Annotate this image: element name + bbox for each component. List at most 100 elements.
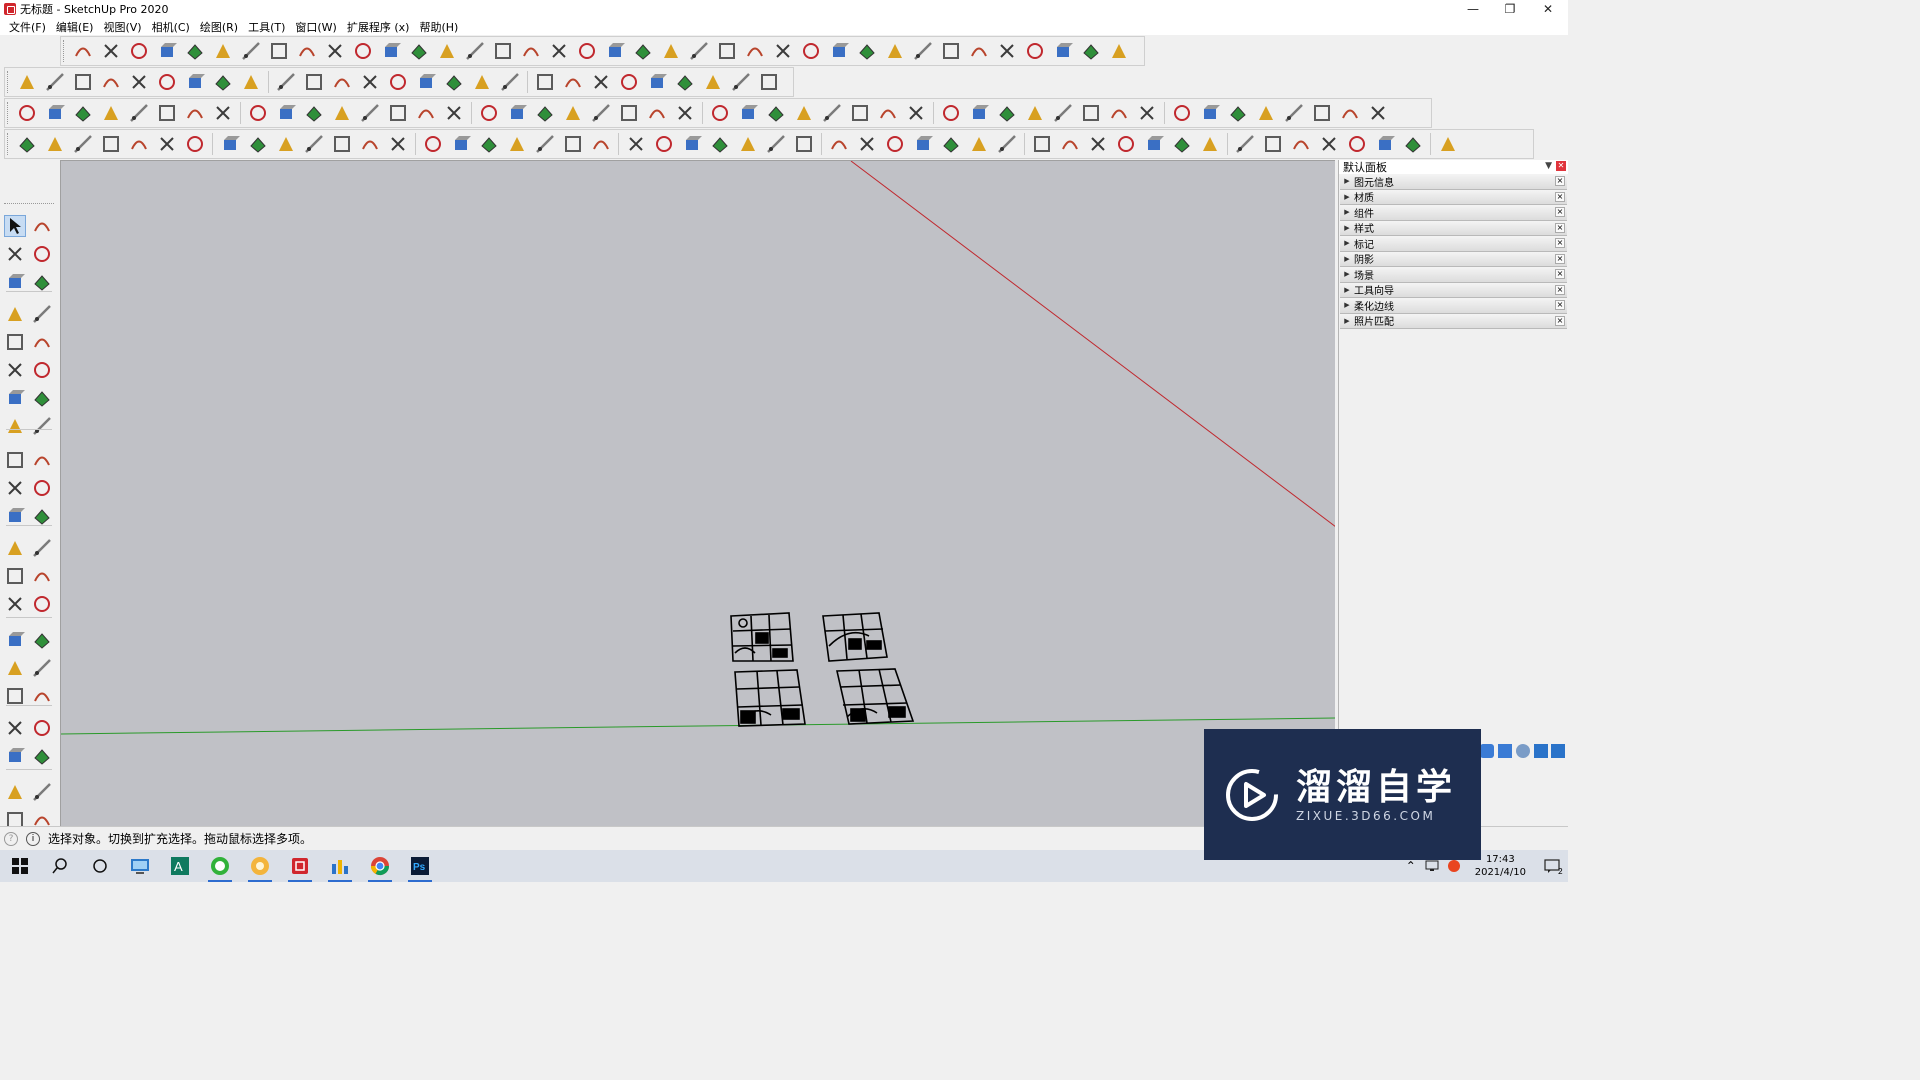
tray-panel-5[interactable]: ▶ 阴影 × <box>1340 251 1567 267</box>
tool-icon[interactable] <box>1052 102 1074 124</box>
tool-icon[interactable] <box>184 40 206 62</box>
tool-icon[interactable] <box>1437 133 1459 155</box>
tool-icon[interactable] <box>212 71 234 93</box>
tool-icon[interactable] <box>156 40 178 62</box>
tool-icon[interactable] <box>730 71 752 93</box>
close-icon[interactable]: × <box>1555 207 1565 217</box>
tool-icon[interactable] <box>674 71 696 93</box>
tool-icon[interactable] <box>618 102 640 124</box>
tool-icon[interactable] <box>828 133 850 155</box>
tool-icon[interactable] <box>4 593 26 615</box>
grid-icon[interactable] <box>1551 744 1565 758</box>
tool-icon[interactable] <box>793 133 815 155</box>
close-icon[interactable]: × <box>1555 269 1565 279</box>
app-icon[interactable] <box>240 850 280 882</box>
task-view-icon[interactable] <box>80 850 120 882</box>
tool-icon[interactable] <box>653 133 675 155</box>
tool-icon[interactable] <box>72 133 94 155</box>
tool-icon[interactable] <box>632 40 654 62</box>
wechat-icon[interactable] <box>200 850 240 882</box>
tray-panel-4[interactable]: ▶ 标记 × <box>1340 236 1567 252</box>
tool-icon[interactable] <box>765 133 787 155</box>
tool-icon[interactable] <box>4 331 26 353</box>
tool-icon[interactable] <box>184 71 206 93</box>
tool-icon[interactable] <box>618 71 640 93</box>
tool-icon[interactable] <box>128 102 150 124</box>
pin-icon[interactable]: ▼ <box>1545 161 1552 171</box>
geo-location-icon[interactable]: ? <box>4 831 18 846</box>
tool-icon[interactable] <box>4 477 26 499</box>
tool-icon[interactable] <box>996 133 1018 155</box>
close-icon[interactable]: × <box>1555 176 1565 186</box>
tool-icon[interactable] <box>1024 40 1046 62</box>
tool-icon[interactable] <box>380 40 402 62</box>
tool-icon[interactable] <box>996 102 1018 124</box>
tool-icon[interactable] <box>275 102 297 124</box>
tool-icon[interactable] <box>940 102 962 124</box>
tool-icon[interactable] <box>184 133 206 155</box>
tool-icon[interactable] <box>4 565 26 587</box>
tool-icon[interactable] <box>1262 133 1284 155</box>
tool-icon[interactable] <box>471 71 493 93</box>
tool-icon[interactable] <box>1143 133 1165 155</box>
tray-panel-6[interactable]: ▶ 场景 × <box>1340 267 1567 283</box>
tool-icon[interactable] <box>72 71 94 93</box>
tool-icon[interactable] <box>1052 40 1074 62</box>
tool-icon[interactable] <box>296 40 318 62</box>
tool-icon[interactable] <box>31 685 53 707</box>
tool-icon[interactable] <box>4 657 26 679</box>
tool-icon[interactable] <box>1059 133 1081 155</box>
tool-icon[interactable] <box>359 71 381 93</box>
tool-icon[interactable] <box>275 133 297 155</box>
tool-icon[interactable] <box>387 71 409 93</box>
expand-arrow-icon[interactable]: ▶ <box>1340 193 1354 201</box>
tool-icon[interactable] <box>856 40 878 62</box>
tool-icon[interactable] <box>793 102 815 124</box>
tool-icon[interactable] <box>1346 133 1368 155</box>
tool-icon[interactable] <box>646 102 668 124</box>
tool-icon[interactable] <box>31 415 53 437</box>
tool-icon[interactable] <box>1290 133 1312 155</box>
tool-icon[interactable] <box>184 102 206 124</box>
tool-icon[interactable] <box>359 133 381 155</box>
tool-icon[interactable] <box>44 133 66 155</box>
tool-icon[interactable] <box>100 40 122 62</box>
tool-icon[interactable] <box>240 40 262 62</box>
tool-icon[interactable] <box>4 629 26 651</box>
tool-icon[interactable] <box>1080 40 1102 62</box>
shirt-icon[interactable] <box>1534 744 1548 758</box>
tool-icon[interactable] <box>31 215 53 237</box>
tool-icon[interactable] <box>275 71 297 93</box>
tool-icon[interactable] <box>884 133 906 155</box>
tool-icon[interactable] <box>44 71 66 93</box>
tray-panel-8[interactable]: ▶ 柔化边线 × <box>1340 298 1567 314</box>
tool-icon[interactable] <box>1199 102 1221 124</box>
tool-icon[interactable] <box>128 133 150 155</box>
tool-icon[interactable] <box>31 629 53 651</box>
menu-view[interactable]: 视图(V) <box>98 19 146 35</box>
tool-icon[interactable] <box>464 40 486 62</box>
tool-icon[interactable] <box>968 40 990 62</box>
tool-icon[interactable] <box>968 133 990 155</box>
tool-icon[interactable] <box>1283 102 1305 124</box>
tool-icon[interactable] <box>31 477 53 499</box>
tool-icon[interactable] <box>1234 133 1256 155</box>
tool-icon[interactable] <box>702 71 724 93</box>
tool-icon[interactable] <box>877 102 899 124</box>
tool-icon[interactable] <box>268 40 290 62</box>
tool-icon[interactable] <box>534 102 556 124</box>
tool-icon[interactable] <box>499 71 521 93</box>
tray-panel-7[interactable]: ▶ 工具向导 × <box>1340 282 1567 298</box>
close-icon[interactable]: × <box>1555 253 1565 264</box>
tool-icon[interactable] <box>156 133 178 155</box>
tool-icon[interactable] <box>212 102 234 124</box>
expand-arrow-icon[interactable]: ▶ <box>1340 317 1354 325</box>
tool-icon[interactable] <box>1367 102 1389 124</box>
tool-icon[interactable] <box>1171 133 1193 155</box>
select-tool-icon[interactable] <box>4 215 26 237</box>
tool-icon[interactable] <box>100 71 122 93</box>
tool-icon[interactable] <box>1339 102 1361 124</box>
tool-icon[interactable] <box>415 102 437 124</box>
info-icon[interactable]: i <box>26 831 40 846</box>
expand-arrow-icon[interactable]: ▶ <box>1340 239 1354 247</box>
